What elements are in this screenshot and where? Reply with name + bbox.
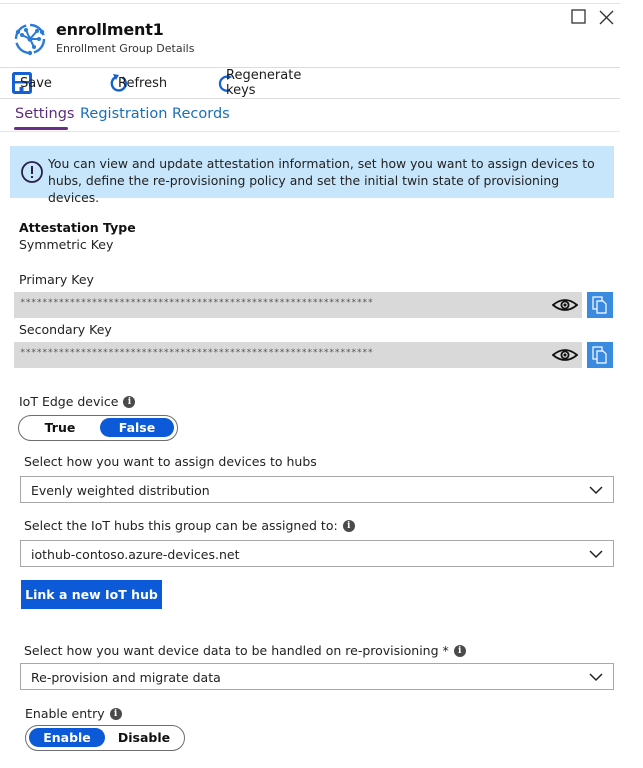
refresh-label: Refresh (118, 75, 168, 91)
info-icon[interactable]: i (453, 644, 466, 657)
copy-icon (592, 296, 607, 314)
reprovision-label: Select how you want device data to be ha… (24, 643, 449, 658)
info-icon[interactable]: i (109, 707, 122, 720)
enable-entry-toggle[interactable]: Enable Disable (25, 725, 185, 751)
info-circle-icon (21, 161, 43, 183)
copy-secondary-key-button[interactable] (587, 342, 613, 368)
iot-edge-false-option[interactable]: False (100, 418, 174, 437)
tabs-divider (0, 131, 620, 132)
iot-edge-true-option[interactable]: True (23, 418, 97, 437)
enable-entry-label-row: Enable entry i (25, 706, 122, 721)
chevron-down-icon (589, 550, 603, 559)
toolbar-top-divider (0, 67, 620, 68)
save-button[interactable]: Save (12, 71, 52, 95)
maximize-icon[interactable] (570, 8, 588, 26)
show-key-eye-icon[interactable] (552, 298, 578, 312)
disable-option[interactable]: Disable (107, 728, 181, 747)
show-key-eye-icon[interactable] (552, 348, 578, 362)
link-new-iot-hub-button[interactable]: Link a new IoT hub (21, 580, 162, 609)
page-subtitle: Enrollment Group Details (56, 42, 195, 55)
regenerate-label: Regenerate keys (226, 68, 302, 98)
iot-hubs-dropdown[interactable]: iothub-contoso.azure-devices.net (20, 540, 614, 567)
tab-registration-records[interactable]: Registration Records (80, 106, 230, 122)
iot-hub-dps-icon (14, 23, 46, 56)
primary-key-value: ****************************************… (20, 298, 374, 308)
allocation-policy-dropdown[interactable]: Evenly weighted distribution (20, 476, 614, 503)
reprovision-policy-value: Re-provision and migrate data (31, 670, 221, 685)
primary-key-field[interactable]: ****************************************… (14, 292, 582, 318)
info-icon[interactable]: i (123, 395, 136, 408)
enrollment-group-details-panel: enrollment1 Enrollment Group Details Sav… (0, 0, 620, 768)
allocation-policy-value: Evenly weighted distribution (31, 483, 210, 498)
iot-edge-toggle[interactable]: True False (18, 415, 178, 441)
toolbar-bottom-divider (0, 98, 620, 99)
chevron-down-icon (589, 486, 603, 495)
iot-edge-label: IoT Edge device (19, 394, 119, 409)
attestation-type-value: Symmetric Key (19, 237, 114, 252)
reprovision-label-row: Select how you want device data to be ha… (24, 643, 466, 658)
allocation-label: Select how you want to assign devices to… (24, 454, 317, 469)
page-title: enrollment1 (56, 20, 164, 39)
iot-edge-label-row: IoT Edge device i (19, 394, 136, 409)
secondary-key-label: Secondary Key (19, 322, 112, 337)
reprovision-policy-dropdown[interactable]: Re-provision and migrate data (20, 663, 614, 690)
regenerate-keys-button[interactable]: Regenerate keys (218, 68, 301, 98)
iot-hubs-label: Select the IoT hubs this group can be as… (24, 518, 338, 533)
top-border (0, 3, 620, 4)
iot-hubs-value: iothub-contoso.azure-devices.net (31, 547, 240, 562)
secondary-key-field[interactable]: ****************************************… (14, 342, 582, 368)
primary-key-label: Primary Key (19, 272, 94, 287)
copy-primary-key-button[interactable] (587, 292, 613, 318)
save-label: Save (20, 75, 52, 91)
chevron-down-icon (589, 673, 603, 682)
close-icon[interactable] (597, 8, 615, 26)
iot-hubs-label-row: Select the IoT hubs this group can be as… (24, 518, 355, 533)
enable-option[interactable]: Enable (29, 728, 105, 747)
tab-settings[interactable]: Settings (15, 106, 74, 122)
refresh-button[interactable]: Refresh (110, 71, 167, 95)
info-banner: You can view and update attestation info… (10, 146, 614, 205)
copy-icon (592, 346, 607, 364)
info-icon[interactable]: i (342, 519, 355, 532)
active-tab-indicator (14, 127, 68, 130)
enable-entry-label: Enable entry (25, 706, 105, 721)
info-banner-text: You can view and update attestation info… (48, 156, 595, 205)
attestation-type-label: Attestation Type (19, 220, 136, 235)
secondary-key-value: ****************************************… (20, 348, 374, 358)
